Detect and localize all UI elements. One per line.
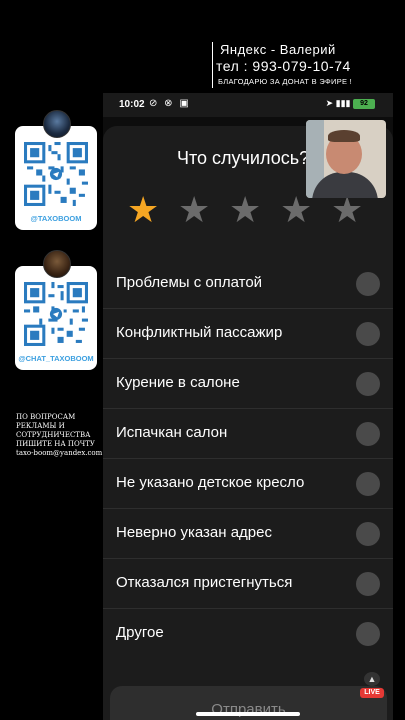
status-right: ➤ ▮▮▮ 92 (326, 98, 375, 109)
reason-label: Испачкан салон (116, 424, 228, 441)
home-indicator[interactable] (196, 712, 300, 716)
ad-line: ПИШИТЕ НА ПОЧТУ (16, 440, 95, 448)
ad-line: РЕКЛАМЫ И (16, 422, 65, 430)
avatar (43, 250, 71, 278)
reason-label: Конфликтный пассажир (116, 324, 283, 341)
reason-label: Другое (116, 624, 164, 641)
reason-label: Отказался пристегнуться (116, 574, 293, 591)
complaint-sheet: Что случилось? ★ ★ ★ ★ ★ Проблемы с оплатой … (103, 126, 393, 720)
reason-label: Не указано детское кресло (116, 474, 305, 491)
caption-phone: тел : 993-079-10-74 (216, 58, 351, 74)
ad-email: taxo-boom@yandex.com (16, 449, 103, 457)
sheet-title: Что случилось? (177, 148, 310, 168)
caption-donate: БЛАГОДАРЮ ЗА ДОНАТ В ЭФИРЕ ! (218, 77, 353, 86)
reason-radio[interactable] (356, 372, 380, 396)
star-icon[interactable]: ★ (229, 192, 261, 228)
qr-card-chat: @CHAT_TAXOBOOM (15, 250, 97, 370)
qr-code-icon (24, 282, 88, 346)
notification-icons: ⊘ ⊗ ▣ (149, 98, 191, 109)
streamer-hair (328, 130, 360, 142)
reason-option[interactable]: Курение в салоне (103, 359, 393, 409)
reason-option[interactable]: Другое (103, 609, 393, 659)
battery-icon: 92 (353, 98, 375, 109)
reason-radio[interactable] (356, 472, 380, 496)
reason-option[interactable]: Не указано детское кресло (103, 459, 393, 509)
reason-radio[interactable] (356, 272, 380, 296)
reason-option[interactable]: Отказался пристегнуться (103, 559, 393, 609)
signal-icon: ▮▮▮ (335, 98, 351, 108)
reason-label: Курение в салоне (116, 374, 240, 391)
star-icon[interactable]: ★ (178, 192, 210, 228)
reason-option[interactable]: Конфликтный пассажир (103, 309, 393, 359)
qr-handle: @TAXOBOOM (30, 214, 82, 223)
location-icon: ➤ (325, 98, 334, 108)
status-bar: 10:02 ⊘ ⊗ ▣ ➤ ▮▮▮ 92 (103, 93, 393, 117)
reason-radio[interactable] (356, 572, 380, 596)
webcam-overlay (306, 120, 386, 198)
live-label: LIVE (360, 688, 384, 698)
avatar (43, 110, 71, 138)
caption-title: Яндекс - Валерий (220, 42, 336, 57)
reason-option[interactable]: Испачкан салон (103, 409, 393, 459)
qr-handle: @CHAT_TAXOBOOM (18, 354, 94, 363)
live-badge: ▲ LIVE (360, 672, 384, 698)
status-time: 10:02 (119, 99, 145, 110)
reason-option[interactable]: Неверно указан адрес (103, 509, 393, 559)
reason-radio[interactable] (356, 622, 380, 646)
qr-card-channel: @TAXOBOOM (15, 110, 97, 230)
star-icon[interactable]: ★ (127, 192, 159, 228)
reason-option[interactable]: Проблемы с оплатой (103, 259, 393, 309)
reason-label: Неверно указан адрес (116, 524, 272, 541)
reason-radio[interactable] (356, 322, 380, 346)
reason-radio[interactable] (356, 522, 380, 546)
reason-radio[interactable] (356, 422, 380, 446)
advertising-contact: ПО ВОПРОСАМ РЕКЛАМЫ И СОТРУДНИЧЕСТВА ПИШ… (16, 413, 106, 458)
ad-line: СОТРУДНИЧЕСТВА (16, 431, 91, 439)
warning-icon: ▲ (364, 672, 380, 686)
caption-divider (212, 42, 213, 88)
qr-code-icon (24, 142, 88, 206)
ad-line: ПО ВОПРОСАМ (16, 413, 76, 421)
reason-label: Проблемы с оплатой (116, 274, 263, 291)
